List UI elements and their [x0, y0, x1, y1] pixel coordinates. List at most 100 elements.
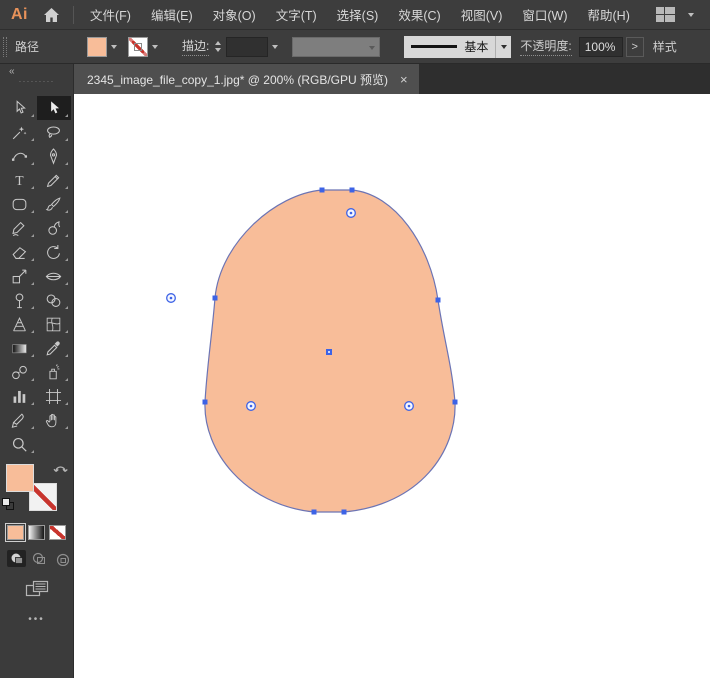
anchor-widget[interactable]	[404, 401, 414, 411]
control-bar: 路径 描边: 基本 不透明度: 100% > 样式	[0, 30, 710, 64]
anchor-point[interactable]	[202, 399, 208, 405]
anchor-point[interactable]	[319, 187, 325, 193]
stroke-weight-stepper[interactable]	[215, 41, 222, 52]
paintbrush-tool[interactable]	[37, 192, 71, 216]
menu-item-6[interactable]: 效果(C)	[388, 0, 450, 30]
menu-item-4[interactable]: 文字(T)	[266, 0, 327, 30]
zoom-tool[interactable]	[3, 432, 37, 456]
type-tool[interactable]: T	[3, 168, 37, 192]
document-title: 2345_image_file_copy_1.jpg* @ 200% (RGB/…	[87, 72, 388, 87]
width-tool[interactable]	[37, 264, 71, 288]
blend-tool-icon	[12, 365, 27, 379]
anchor-point[interactable]	[435, 297, 441, 303]
eraser-tool[interactable]	[3, 240, 37, 264]
fill-color-swatch[interactable]	[87, 36, 108, 57]
menu-item-1[interactable]: 文件(F)	[80, 0, 141, 30]
change-screen-mode-button[interactable]	[0, 580, 74, 599]
slice-tool-icon	[11, 412, 24, 428]
anchor-point[interactable]	[212, 295, 218, 301]
panel-drag-handle[interactable]: ·········	[0, 79, 73, 87]
gradient-tool[interactable]	[3, 336, 37, 360]
slice-tool[interactable]	[3, 408, 37, 432]
selection-tool[interactable]	[3, 96, 37, 120]
mesh-tool-icon	[46, 317, 61, 331]
blend-tool[interactable]	[3, 360, 37, 384]
artboard-tool[interactable]	[37, 384, 71, 408]
brush-definition-dropdown[interactable]: 基本	[404, 35, 496, 58]
document-tab[interactable]: 2345_image_file_copy_1.jpg* @ 200% (RGB/…	[74, 64, 419, 94]
perspective-grid-tool[interactable]	[3, 312, 37, 336]
anchor-point[interactable]	[452, 399, 458, 405]
artboard-canvas[interactable]	[74, 94, 710, 678]
column-graph-tool[interactable]	[3, 384, 37, 408]
puppet-warp-tool[interactable]	[3, 288, 37, 312]
stroke-color-swatch[interactable]	[128, 36, 149, 57]
perspective-grid-tool-icon	[13, 316, 26, 331]
menu-item-8[interactable]: 窗口(W)	[512, 0, 577, 30]
mesh-tool[interactable]	[37, 312, 71, 336]
close-tab-icon[interactable]: ×	[400, 73, 408, 86]
blob-brush-tool[interactable]	[37, 216, 71, 240]
default-fill-stroke-icon[interactable]	[2, 498, 15, 511]
rectangle-tool-icon	[12, 198, 27, 210]
menu-item-7[interactable]: 视图(V)	[451, 0, 513, 30]
menu-item-5[interactable]: 选择(S)	[327, 0, 389, 30]
menu-item-3[interactable]: 对象(O)	[203, 0, 266, 30]
pen-tool-icon	[49, 147, 58, 165]
anchor-point[interactable]	[311, 509, 317, 515]
draw-normal-button[interactable]	[7, 550, 26, 567]
brush-dropdown-icon[interactable]	[495, 35, 512, 58]
lasso-tool[interactable]	[37, 120, 71, 144]
artboard-tool-icon	[45, 388, 62, 404]
rectangle-tool[interactable]	[3, 192, 37, 216]
workspace-switcher[interactable]	[655, 5, 698, 25]
symbol-sprayer-tool-icon	[49, 363, 60, 379]
control-bar-grip[interactable]	[3, 36, 7, 57]
scale-tool-icon	[12, 269, 27, 283]
pen-tool[interactable]	[37, 144, 71, 168]
anchor-point[interactable]	[349, 187, 355, 193]
rotate-tool[interactable]	[37, 240, 71, 264]
shaper-tool-icon	[12, 221, 25, 236]
anchor-widget[interactable]	[166, 293, 176, 303]
magic-wand-tool[interactable]	[3, 120, 37, 144]
anchor-point[interactable]	[341, 509, 347, 515]
fill-proxy[interactable]	[6, 464, 34, 492]
scale-tool[interactable]	[3, 264, 37, 288]
edit-toolbar-button[interactable]: •••	[0, 614, 73, 625]
home-button[interactable]	[37, 0, 65, 30]
opacity-label[interactable]: 不透明度:	[520, 37, 572, 56]
none-button[interactable]	[49, 525, 66, 540]
curvature-tool[interactable]	[3, 144, 37, 168]
opacity-field[interactable]: 100%	[578, 36, 623, 57]
color-button[interactable]	[5, 523, 26, 542]
opacity-more-button[interactable]: >	[625, 36, 644, 57]
swap-fill-stroke-icon[interactable]	[53, 462, 68, 476]
draw-behind-button[interactable]	[29, 550, 48, 567]
symbol-sprayer-tool[interactable]	[37, 360, 71, 384]
menu-item-2[interactable]: 编辑(E)	[141, 0, 203, 30]
stroke-weight-dropdown-icon[interactable]	[268, 37, 282, 57]
width-profile-dropdown[interactable]	[292, 36, 381, 57]
shape-builder-tool[interactable]	[37, 288, 71, 312]
blob-brush-tool-icon	[48, 220, 61, 235]
anchor-widget[interactable]	[246, 401, 256, 411]
pencil-tool[interactable]	[37, 168, 71, 192]
stroke-color-dropdown-icon[interactable]	[148, 37, 162, 57]
eyedropper-tool[interactable]	[37, 336, 71, 360]
shaper-tool[interactable]	[3, 216, 37, 240]
collapse-panel-button[interactable]: «	[0, 64, 73, 79]
stroke-weight-field[interactable]	[226, 36, 269, 57]
anchor-widget[interactable]	[346, 208, 356, 218]
gradient-button[interactable]	[28, 525, 45, 540]
eyedropper-tool-icon	[46, 340, 60, 356]
fill-color-dropdown-icon[interactable]	[107, 37, 121, 57]
vector-shape-layer[interactable]	[74, 94, 710, 678]
selection-type-label: 路径	[15, 40, 40, 54]
paint-type-buttons	[0, 516, 73, 542]
stroke-weight-label[interactable]: 描边:	[182, 37, 210, 56]
menu-item-9[interactable]: 帮助(H)	[578, 0, 640, 30]
direct-selection-tool[interactable]	[36, 96, 71, 120]
hand-tool[interactable]	[37, 408, 71, 432]
draw-inside-button[interactable]	[51, 550, 70, 567]
